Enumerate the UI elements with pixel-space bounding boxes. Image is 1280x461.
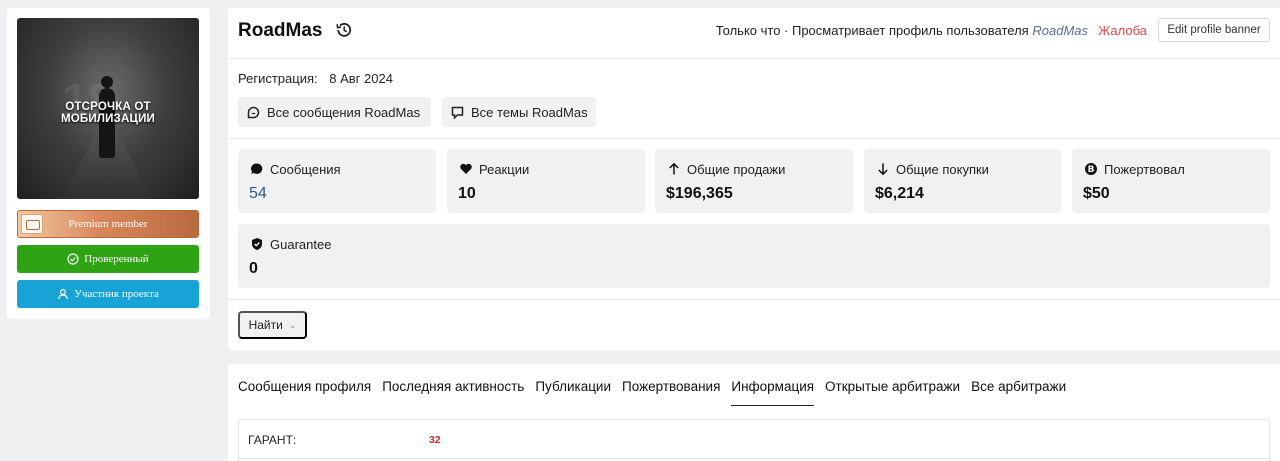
stat-label: Guarantee — [270, 237, 332, 252]
registration-info: Регистрация: 8 Авг 2024 — [238, 71, 393, 86]
verified-badge: Проверенный — [17, 245, 199, 273]
check-circle-icon — [67, 253, 79, 265]
profile-sidebar: 18 ОТСРОЧКА ОТ МОБИЛИЗАЦИИ Premium membe… — [7, 8, 210, 319]
avatar-caption: ОТСРОЧКА ОТ МОБИЛИЗАЦИИ — [60, 101, 156, 125]
registration-label: Регистрация: — [238, 71, 318, 86]
profile-tabs-card: Сообщения профиля Последняя активность П… — [228, 364, 1280, 461]
verified-label: Проверенный — [84, 253, 149, 265]
premium-member-label: Premium member — [68, 218, 148, 230]
history-icon[interactable] — [335, 21, 353, 39]
stat-label: Реакции — [479, 162, 530, 177]
project-member-label: Участник проекта — [74, 288, 159, 300]
tab-open-arbitrations[interactable]: Открытые арбитражи — [825, 379, 960, 406]
edit-profile-banner-button[interactable]: Edit profile banner — [1158, 18, 1270, 42]
stat-reactions: Реакции 10 — [447, 149, 645, 213]
tab-publications[interactable]: Публикации — [535, 379, 611, 406]
tab-latest-activity[interactable]: Последняя активность — [382, 379, 524, 406]
project-member-badge: Участник проекта — [17, 280, 199, 308]
card-icon — [21, 214, 43, 234]
report-link[interactable]: Жалоба — [1098, 23, 1147, 38]
registration-date: 8 Авг 2024 — [329, 71, 393, 86]
divider — [228, 58, 1280, 59]
chevron-down-icon: ⌄ — [288, 319, 297, 330]
stat-total-purchases: Общие покупки $6,214 — [864, 149, 1061, 213]
stat-label: Общие покупки — [896, 162, 989, 177]
find-dropdown-button[interactable]: Найти ⌄ — [238, 311, 307, 339]
avatar[interactable]: 18 ОТСРОЧКА ОТ МОБИЛИЗАЦИИ — [17, 18, 199, 199]
stat-label: Пожертвовал — [1104, 162, 1185, 177]
tab-donations[interactable]: Пожертвования — [622, 379, 720, 406]
page-title: RoadMas — [238, 20, 323, 41]
shield-check-icon — [252, 238, 262, 250]
activity-status: Только что · Просматривает профиль польз… — [716, 23, 1088, 38]
stat-value: 10 — [458, 185, 476, 202]
stat-total-sales: Общие продажи $196,365 — [655, 149, 853, 213]
all-threads-button[interactable]: Все темы RoadMas — [442, 97, 596, 127]
status-text: Только что · Просматривает профиль польз… — [715, 23, 1029, 38]
bitcoin-icon: B — [1085, 163, 1097, 175]
stat-messages: Сообщения 54 — [238, 149, 436, 213]
premium-member-badge: Premium member — [17, 210, 199, 238]
arrow-up-icon — [669, 162, 679, 175]
chat-bubble-icon — [247, 106, 260, 118]
tab-all-arbitrations[interactable]: Все арбитражи — [971, 379, 1066, 406]
user-icon — [58, 288, 68, 300]
all-messages-label: Все сообщения RoadMas — [267, 104, 421, 120]
stat-value: $196,365 — [666, 185, 733, 202]
status-username-link[interactable]: RoadMas — [1032, 23, 1088, 38]
guarantor-value: 32 — [429, 434, 441, 446]
stat-value: $50 — [1083, 185, 1110, 202]
stat-guarantee: Guarantee 0 — [238, 224, 1270, 288]
speech-bubble-icon — [251, 163, 263, 175]
profile-tabs: Сообщения профиля Последняя активность П… — [238, 379, 1066, 406]
profile-header-card: RoadMas Только что · Просматривает профи… — [228, 8, 1280, 350]
stat-donated: B Пожертвовал $50 — [1072, 149, 1270, 213]
all-messages-button[interactable]: Все сообщения RoadMas — [238, 97, 431, 127]
stat-label: Сообщения — [270, 162, 341, 177]
divider — [228, 138, 1280, 139]
svg-text:B: B — [1088, 165, 1095, 175]
find-label: Найти — [248, 318, 283, 332]
stat-value: 0 — [249, 260, 258, 277]
row-divider — [239, 458, 1269, 459]
stat-label: Общие продажи — [687, 162, 786, 177]
arrow-down-icon — [878, 163, 888, 176]
heart-icon — [460, 163, 472, 174]
all-threads-label: Все темы RoadMas — [471, 104, 588, 120]
divider — [228, 299, 1280, 300]
tab-information[interactable]: Информация — [731, 379, 815, 406]
guarantor-label: ГАРАНТ: — [248, 433, 297, 447]
threads-icon — [451, 106, 464, 120]
information-panel: ГАРАНТ: 32 — [238, 419, 1270, 461]
stat-value: $6,214 — [875, 185, 924, 202]
tab-profile-messages[interactable]: Сообщения профиля — [238, 379, 371, 406]
stat-value[interactable]: 54 — [249, 185, 267, 203]
